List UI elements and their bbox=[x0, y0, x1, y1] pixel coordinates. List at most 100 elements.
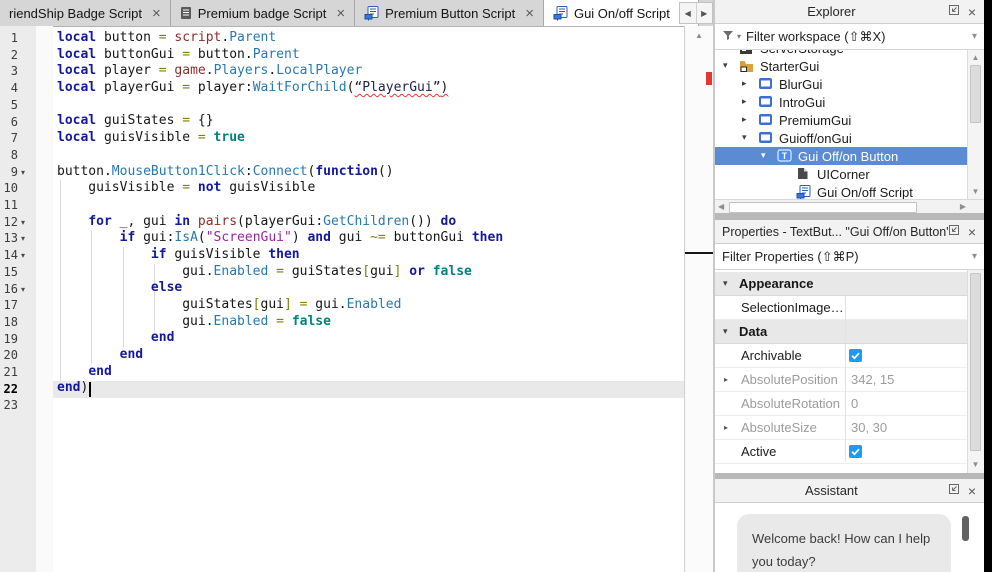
expand-caret-icon[interactable]: ▸ bbox=[724, 375, 728, 384]
scroll-left-icon[interactable]: ◀ bbox=[718, 202, 724, 211]
assistant-title: Assistant bbox=[805, 483, 858, 498]
code-line[interactable]: if gui:IsA("ScreenGui") and gui ~= butto… bbox=[57, 230, 504, 247]
tab-premium-button-script[interactable]: Premium Button Script × bbox=[355, 0, 544, 26]
tab-scroll-left-icon[interactable]: ◀ bbox=[680, 3, 697, 23]
checkbox-checked[interactable] bbox=[849, 349, 862, 362]
tab-close-icon[interactable]: × bbox=[152, 5, 161, 22]
scroll-up-icon[interactable]: ▲ bbox=[968, 53, 983, 62]
code-line[interactable]: guiStates[gui] = gui.Enabled bbox=[57, 297, 503, 314]
dock-icon[interactable] bbox=[948, 4, 960, 19]
dropdown-caret-icon[interactable]: ▾ bbox=[972, 251, 977, 262]
tree-item-gui-on-off-script[interactable]: Gui On/off Script bbox=[715, 183, 967, 199]
tree-item-guioff-ongui[interactable]: ▾ Guioff/onGui bbox=[715, 129, 967, 147]
section-caret-icon[interactable]: ▾ bbox=[715, 278, 739, 289]
explorer-horizontal-scrollbar[interactable]: ◀ ▶ bbox=[715, 199, 984, 213]
code-line[interactable]: end bbox=[57, 364, 503, 381]
properties-vertical-scrollbar[interactable]: ▼ bbox=[967, 270, 984, 473]
code-line[interactable]: local buttonGui = button.Parent bbox=[57, 47, 503, 64]
tree-item-uicorner[interactable]: UICorner bbox=[715, 165, 967, 183]
scrollbar-thumb[interactable] bbox=[970, 65, 981, 123]
column-divider[interactable] bbox=[845, 295, 846, 462]
code-line[interactable]: else bbox=[57, 280, 503, 297]
tree-item-serverstorage[interactable]: ServerStorage bbox=[715, 50, 967, 57]
code-line[interactable]: local button = script.Parent bbox=[57, 30, 503, 47]
script-editor[interactable]: riendShip Badge Script × Premium badge Scr… bbox=[0, 0, 713, 572]
fold-arrow-icon[interactable]: ▾ bbox=[21, 218, 25, 227]
tree-item-introgui[interactable]: ▸ IntroGui bbox=[715, 93, 967, 111]
close-icon[interactable]: × bbox=[968, 225, 976, 239]
tab-close-icon[interactable]: × bbox=[525, 5, 534, 22]
tree-expand-caret-icon[interactable]: ▾ bbox=[761, 151, 766, 160]
code-line[interactable]: for _, gui in pairs(playerGui:GetChildre… bbox=[57, 214, 503, 231]
filter-funnel-icon[interactable] bbox=[722, 29, 734, 44]
code-line[interactable]: end bbox=[57, 347, 503, 364]
code-line[interactable]: end bbox=[57, 330, 503, 347]
property-row-archivable[interactable]: Archivable bbox=[715, 344, 967, 368]
line-number: 20 bbox=[3, 348, 18, 363]
explorer-filter-input[interactable]: ▾ Filter workspace (⇧⌘X) ▾ bbox=[715, 24, 984, 50]
property-row-absoluteposition[interactable]: ▸ AbsolutePosition 342, 15 bbox=[715, 368, 967, 392]
close-icon[interactable]: × bbox=[968, 5, 976, 19]
code-line[interactable] bbox=[57, 397, 503, 414]
properties-filter-input[interactable]: Filter Properties (⇧⌘P) ▾ bbox=[715, 244, 984, 270]
tab-premium-badge-script[interactable]: Premium badge Script × bbox=[171, 0, 356, 26]
tree-item-premiumgui[interactable]: ▸ PremiumGui bbox=[715, 111, 967, 129]
line-number: 18 bbox=[3, 314, 18, 329]
dropdown-caret-icon[interactable]: ▾ bbox=[972, 31, 977, 42]
scroll-down-icon[interactable]: ▼ bbox=[968, 187, 983, 196]
code-line[interactable]: local guisVisible = true bbox=[57, 130, 503, 147]
tree-item-blurgui[interactable]: ▸ BlurGui bbox=[715, 75, 967, 93]
property-row-absoluterotation[interactable]: AbsoluteRotation 0 bbox=[715, 392, 967, 416]
checkbox-checked[interactable] bbox=[849, 445, 862, 458]
scrollbar-thumb[interactable] bbox=[970, 273, 981, 451]
code-line[interactable]: if guisVisible then bbox=[57, 247, 503, 264]
section-caret-icon[interactable]: ▾ bbox=[715, 326, 739, 337]
property-row-active[interactable]: Active bbox=[715, 440, 967, 464]
scroll-right-icon[interactable]: ▶ bbox=[960, 202, 966, 211]
tree-expand-caret-icon[interactable]: ▾ bbox=[723, 61, 728, 70]
property-row-selectionimage[interactable]: SelectionImage… bbox=[715, 296, 967, 320]
tab-gui-on-off-script[interactable]: Gui On/off Script× bbox=[543, 0, 699, 26]
fold-arrow-icon[interactable]: ▾ bbox=[21, 251, 25, 260]
section-header-appearance[interactable]: ▾ Appearance bbox=[715, 272, 967, 296]
filter-caret-icon: ▾ bbox=[737, 32, 742, 41]
code-line[interactable]: gui.Enabled = guiStates[gui] or false bbox=[57, 264, 503, 281]
code-line[interactable]: local playerGui = player:WaitForChild(“P… bbox=[57, 80, 503, 97]
assistant-scrollbar-thumb[interactable] bbox=[962, 516, 969, 541]
property-label: AbsolutePosition bbox=[741, 372, 838, 387]
scroll-down-icon[interactable]: ▼ bbox=[968, 460, 983, 469]
code-line[interactable] bbox=[57, 97, 503, 114]
code-line[interactable] bbox=[57, 147, 503, 164]
code-line[interactable]: guisVisible = not guisVisible bbox=[57, 180, 503, 197]
fold-arrow-icon[interactable]: ▾ bbox=[21, 285, 25, 294]
tab-scroll-right-icon[interactable]: ▶ bbox=[697, 3, 713, 23]
code-line[interactable]: button.MouseButton1Click:Connect(functio… bbox=[57, 164, 503, 181]
tree-expand-caret-icon[interactable]: ▸ bbox=[742, 115, 747, 124]
close-icon[interactable]: × bbox=[968, 484, 976, 498]
property-row-absolutesize[interactable]: ▸ AbsoluteSize 30, 30 bbox=[715, 416, 967, 440]
code-line[interactable]: local guiStates = {} bbox=[57, 113, 503, 130]
expand-caret-icon[interactable]: ▸ bbox=[724, 423, 728, 432]
scroll-position-indicator[interactable] bbox=[685, 252, 713, 254]
code-line[interactable]: end) bbox=[57, 380, 503, 397]
tree-expand-caret-icon[interactable]: ▸ bbox=[742, 97, 747, 106]
code-text[interactable]: local button = script.Parent local button… bbox=[57, 30, 503, 414]
tree-expand-caret-icon[interactable]: ▾ bbox=[742, 133, 747, 142]
fold-arrow-icon[interactable]: ▾ bbox=[21, 234, 25, 243]
scrollbar-thumb[interactable] bbox=[729, 202, 917, 213]
tab-riendship-badge-script[interactable]: riendShip Badge Script × bbox=[0, 0, 171, 26]
fold-arrow-icon[interactable]: ▾ bbox=[21, 168, 25, 177]
tab-close-icon[interactable]: × bbox=[336, 5, 345, 22]
dock-icon[interactable] bbox=[948, 224, 960, 239]
section-header-data[interactable]: ▾ Data bbox=[715, 320, 967, 344]
dock-icon[interactable] bbox=[948, 483, 960, 498]
tree-item-gui-off-on-button[interactable]: ▾ T Gui Off/on Button bbox=[715, 147, 967, 165]
tree-expand-caret-icon[interactable]: ▸ bbox=[742, 79, 747, 88]
code-line[interactable]: gui.Enabled = false bbox=[57, 314, 503, 331]
explorer-vertical-scrollbar[interactable]: ▲ ▼ bbox=[967, 50, 984, 199]
scroll-up-icon[interactable]: ▲ bbox=[685, 31, 713, 40]
code-line[interactable] bbox=[57, 197, 503, 214]
code-line[interactable]: local player = game.Players.LocalPlayer bbox=[57, 63, 503, 80]
tree-item-startergui[interactable]: ▾ StarterGui bbox=[715, 57, 967, 75]
editor-scrollbar[interactable]: ▲ bbox=[684, 26, 713, 572]
